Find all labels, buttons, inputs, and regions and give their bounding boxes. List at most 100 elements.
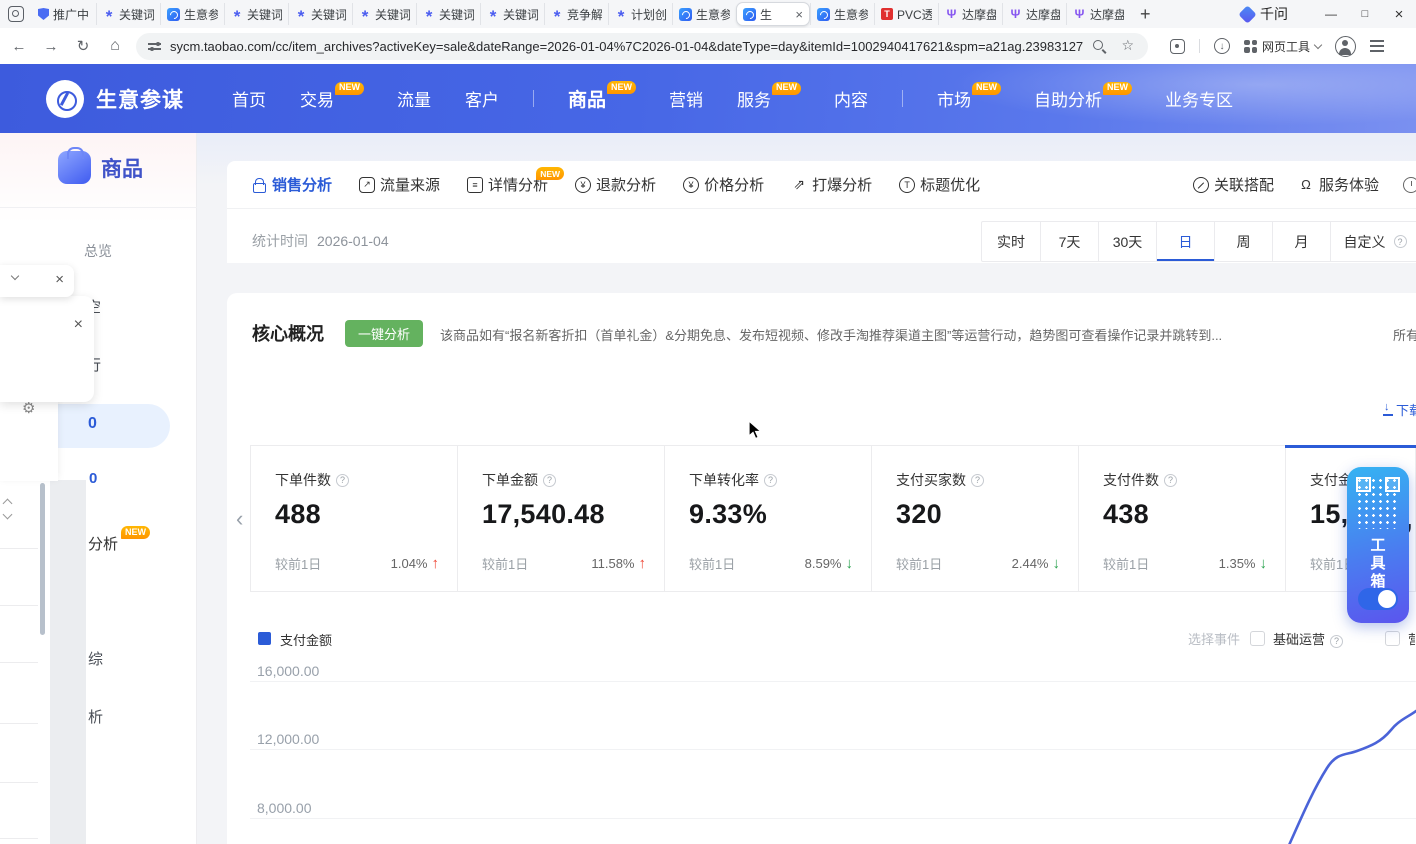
nav-item-业务专区[interactable]: 业务专区: [1165, 86, 1233, 111]
help-icon[interactable]: ?: [1394, 235, 1407, 248]
browser-tab[interactable]: 竞争解: [544, 3, 608, 25]
help-icon[interactable]: ?: [1164, 474, 1177, 487]
downloads-icon[interactable]: [1214, 38, 1230, 54]
tab-销售分析[interactable]: 销售分析: [251, 174, 332, 195]
nav-item-客户[interactable]: 客户: [465, 86, 499, 111]
metric-card-支付买家数[interactable]: 支付买家数?320较前1日2.44%↓: [872, 446, 1079, 591]
browser-toolbar: sycm.taobao.com/cc/item_archives?activeK…: [0, 28, 1416, 64]
sidebar-item-fragment[interactable]: 总览: [84, 241, 112, 261]
new-tab-button[interactable]: +: [1140, 5, 1151, 23]
one-click-analyze-button[interactable]: 一键分析: [345, 320, 423, 347]
link-关联搭配[interactable]: 关联搭配: [1193, 174, 1274, 195]
date-option-7天[interactable]: 7天: [1040, 222, 1098, 261]
nav-item-自助分析[interactable]: 自助分析NEW: [1034, 86, 1131, 111]
metric-card-下单转化率[interactable]: 下单转化率?9.33%较前1日8.59%↓: [665, 446, 872, 591]
browser-tab[interactable]: 关键词: [480, 3, 544, 25]
sidebar-item-fragment[interactable]: 分析NEW: [88, 533, 147, 554]
home-icon[interactable]: [102, 37, 128, 55]
browser-menu-icon[interactable]: [1370, 45, 1384, 47]
download-link[interactable]: 下载: [1383, 400, 1416, 419]
date-option-日[interactable]: 日: [1156, 222, 1214, 261]
browser-tab[interactable]: 关键词: [224, 3, 288, 25]
metric-card-下单金额[interactable]: 下单金额?17,540.48较前1日11.58%↑: [458, 446, 665, 591]
event-checkbox[interactable]: [1385, 631, 1400, 646]
metric-card-下单件数[interactable]: 下单件数?488较前1日1.04%↑: [251, 446, 458, 591]
clock-icon[interactable]: [1403, 177, 1416, 193]
carousel-left-chevron[interactable]: ‹: [236, 506, 243, 532]
browser-tab[interactable]: 关键词: [416, 3, 480, 25]
close-window-button[interactable]: ×: [1382, 6, 1416, 23]
metric-card-支付件数[interactable]: 支付件数?438较前1日1.35%↓: [1079, 446, 1286, 591]
toolbox-widget[interactable]: 工具箱: [1347, 467, 1409, 623]
date-option-实时[interactable]: 实时: [982, 222, 1040, 261]
profile-avatar[interactable]: [1335, 36, 1356, 57]
event-checkbox[interactable]: [1250, 631, 1265, 646]
overview-right-truncated[interactable]: 所有: [1393, 325, 1416, 344]
tab-label: 退款分析: [596, 174, 656, 195]
tab-close-icon[interactable]: ×: [795, 8, 803, 21]
maximize-button[interactable]: □: [1348, 8, 1382, 20]
tab-search-icon[interactable]: [8, 6, 24, 22]
toolbox-toggle[interactable]: [1358, 588, 1398, 610]
nav-item-营销[interactable]: 营销: [669, 86, 703, 111]
url-text[interactable]: sycm.taobao.com/cc/item_archives?activeK…: [170, 39, 1084, 54]
metric-compare-row: 较前1日1.04%↑: [275, 554, 439, 573]
browser-tab[interactable]: PVC透: [874, 3, 938, 25]
nav-item-流量[interactable]: 流量: [397, 86, 431, 111]
nav-item-商品[interactable]: 商品NEW: [568, 85, 635, 112]
browser-tab[interactable]: 生意参: [810, 3, 874, 25]
metric-compare-row: 较前1日8.59%↓: [689, 554, 853, 573]
sidebar-item-fragment[interactable]: 0: [89, 470, 97, 487]
tab-流量来源[interactable]: 流量来源: [359, 174, 440, 195]
scrollbar-thumb[interactable]: [40, 483, 45, 635]
new-badge: NEW: [121, 526, 150, 539]
tab-标题优化[interactable]: 标题优化: [899, 174, 980, 195]
help-icon[interactable]: ?: [336, 474, 349, 487]
sort-chevrons-icon[interactable]: [4, 500, 11, 518]
sidebar-item-fragment[interactable]: 综: [88, 648, 103, 669]
browser-tab[interactable]: 计划创: [608, 3, 672, 25]
date-option-月[interactable]: 月: [1272, 222, 1330, 261]
reload-icon[interactable]: [70, 37, 96, 55]
browser-tab[interactable]: 推广中: [32, 3, 96, 25]
nav-item-交易[interactable]: 交易NEW: [300, 86, 363, 111]
collapse-chevron-icon[interactable]: [11, 272, 19, 280]
browser-tab[interactable]: 达摩盘: [938, 3, 1002, 25]
nav-item-首页[interactable]: 首页: [232, 86, 266, 111]
extension-icon[interactable]: [1170, 39, 1185, 54]
forward-icon[interactable]: [38, 38, 64, 55]
date-option-自定义[interactable]: 自定义?: [1330, 222, 1416, 261]
back-icon[interactable]: [6, 38, 32, 55]
browser-tab[interactable]: 达摩盘: [1002, 3, 1066, 25]
tab-价格分析[interactable]: 价格分析: [683, 174, 764, 195]
date-option-周[interactable]: 周: [1214, 222, 1272, 261]
help-icon[interactable]: ?: [543, 474, 556, 487]
nav-item-服务[interactable]: 服务NEW: [737, 86, 800, 111]
site-settings-icon[interactable]: [148, 40, 161, 52]
bookmark-star-icon[interactable]: [1121, 37, 1134, 54]
sidebar-item-fragment[interactable]: 析: [88, 706, 103, 727]
help-icon[interactable]: ?: [1330, 635, 1343, 648]
browser-tab[interactable]: 生意参: [672, 3, 736, 25]
nav-item-内容[interactable]: 内容: [834, 86, 868, 111]
web-tools-menu[interactable]: 网页工具: [1244, 38, 1321, 55]
link-服务体验[interactable]: 服务体验: [1298, 174, 1379, 195]
tab-详情分析[interactable]: 详情分析NEW: [467, 174, 548, 195]
browser-tab[interactable]: 关键词: [352, 3, 416, 25]
help-icon[interactable]: ?: [764, 474, 777, 487]
date-option-30天[interactable]: 30天: [1098, 222, 1156, 261]
browser-tab[interactable]: 达摩盘: [1066, 3, 1130, 25]
tab-退款分析[interactable]: 退款分析: [575, 174, 656, 195]
address-bar[interactable]: sycm.taobao.com/cc/item_archives?activeK…: [136, 33, 1148, 60]
browser-tab[interactable]: 生意参: [160, 3, 224, 25]
browser-tab[interactable]: 生×: [736, 2, 810, 26]
close-icon[interactable]: ×: [74, 316, 83, 334]
help-icon[interactable]: ?: [971, 474, 984, 487]
browser-tab[interactable]: 关键词: [96, 3, 160, 25]
tab-打爆分析[interactable]: 打爆分析: [791, 174, 872, 195]
close-icon[interactable]: ×: [55, 271, 64, 288]
nav-item-市场[interactable]: 市场NEW: [937, 86, 1000, 111]
minimize-button[interactable]: —: [1314, 7, 1348, 21]
zoom-icon[interactable]: [1093, 40, 1106, 53]
browser-tab[interactable]: 关键词: [288, 3, 352, 25]
